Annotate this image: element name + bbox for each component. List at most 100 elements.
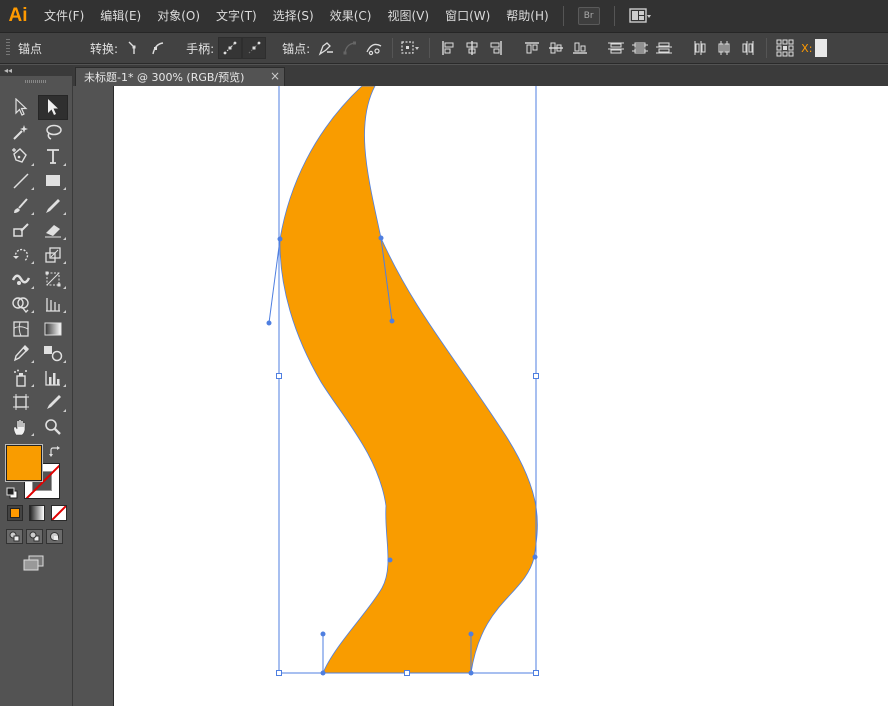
type-tool-icon[interactable] [38,144,68,169]
menubar-separator [562,6,564,26]
distribute-right-icon[interactable] [736,37,760,59]
control-bar-separator [766,38,768,58]
app-logo: Ai [8,5,28,26]
cut-path-icon[interactable] [362,37,386,59]
eraser-tool-icon[interactable] [38,218,68,243]
paintbrush-tool-icon[interactable] [6,193,36,218]
menu-edit[interactable]: 编辑(E) [92,0,149,33]
document-tab[interactable]: 未标题-1* @ 300% (RGB/预览) × [75,67,285,86]
align-right-icon[interactable] [484,37,508,59]
reference-point-icon[interactable] [773,37,797,59]
change-screen-mode-icon[interactable] [23,555,45,574]
connect-endpoints-icon[interactable] [338,37,362,59]
distribute-center-icon[interactable] [712,37,736,59]
gradient-tool-icon[interactable] [38,316,68,341]
distribute-bottom-icon[interactable] [652,37,676,59]
document-tab-title: 未标题-1* @ 300% (RGB/预览) [84,71,245,84]
menu-type[interactable]: 文字(T) [208,0,265,33]
menubar-separator [613,6,615,26]
arrange-documents-icon [628,8,651,23]
orange-ribbon-path[interactable] [279,86,538,674]
fill-swatch[interactable] [5,444,43,482]
drawing-mode-row [6,529,63,544]
magic-wand-tool-icon[interactable] [6,120,36,145]
mesh-tool-icon[interactable] [6,316,36,341]
hand-tool-icon[interactable] [6,415,36,440]
default-fill-stroke-icon[interactable] [6,487,18,502]
illustrator-window: Ai 文件(F) 编辑(E) 对象(O) 文字(T) 选择(S) 效果(C) 视… [0,0,888,706]
lasso-tool-icon[interactable] [38,120,68,145]
draw-inside-icon[interactable] [46,529,63,544]
swap-fill-stroke-icon[interactable] [48,445,62,462]
free-transform-tool-icon[interactable] [38,267,68,292]
document-tab-bar: 未标题-1* @ 300% (RGB/预览) × [73,65,888,86]
eyedropper-tool-icon[interactable] [6,341,36,366]
rectangle-tool-icon[interactable] [38,169,68,194]
slice-tool-icon[interactable] [38,390,68,415]
menu-view[interactable]: 视图(V) [379,0,437,33]
width-tool-icon[interactable] [6,267,36,292]
line-segment-tool-icon[interactable] [6,169,36,194]
distribute-left-icon[interactable] [688,37,712,59]
draw-normal-icon[interactable] [6,529,23,544]
shape-builder-tool-icon[interactable] [6,292,36,317]
column-graph-tool-icon[interactable] [38,366,68,391]
close-tab-icon[interactable]: × [270,69,280,83]
arrange-documents-button[interactable] [628,8,651,24]
selection-tool-icon[interactable] [6,95,36,120]
direct-selection-tool-icon[interactable] [38,95,68,120]
color-mode-icon[interactable] [7,505,23,521]
remove-anchor-icon[interactable] [314,37,338,59]
distribute-middle-icon[interactable] [628,37,652,59]
pencil-tool-icon[interactable] [38,193,68,218]
canvas-area[interactable] [73,86,888,706]
align-left-icon[interactable] [436,37,460,59]
menu-file[interactable]: 文件(F) [36,0,92,33]
tools-panel: ◂◂ [0,65,73,706]
blend-tool-icon[interactable] [38,341,68,366]
pen-tool-icon[interactable] [6,144,36,169]
menu-effect[interactable]: 效果(C) [322,0,380,33]
hide-handles-icon[interactable] [242,37,267,59]
control-bar-separator [429,38,431,58]
menu-bar: Ai 文件(F) 编辑(E) 对象(O) 文字(T) 选择(S) 效果(C) 视… [0,0,888,33]
menu-select[interactable]: 选择(S) [265,0,322,33]
gradient-mode-icon[interactable] [29,505,45,521]
tools-grid [6,95,68,439]
artboard-tool-icon[interactable] [6,390,36,415]
menu-object[interactable]: 对象(O) [149,0,208,33]
handles-label: 手柄: [186,41,215,56]
menu-help[interactable]: 帮助(H) [498,0,556,33]
rotate-tool-icon[interactable] [6,243,36,268]
draw-behind-icon[interactable] [26,529,43,544]
convert-to-corner-icon[interactable] [122,37,146,59]
isolate-object-icon[interactable] [399,37,423,59]
align-bottom-icon[interactable] [568,37,592,59]
scale-tool-icon[interactable] [38,243,68,268]
anchor-point-label: 锚点 [18,41,43,56]
artwork[interactable] [114,86,888,706]
menu-window[interactable]: 窗口(W) [437,0,498,33]
x-coordinate-field[interactable] [815,39,828,57]
artboard[interactable] [113,86,888,706]
perspective-grid-tool-icon[interactable] [38,292,68,317]
align-center-icon[interactable] [460,37,484,59]
blob-brush-tool-icon[interactable] [6,218,36,243]
distribute-top-icon[interactable] [604,37,628,59]
align-top-icon[interactable] [520,37,544,59]
show-handles-icon[interactable] [218,37,243,59]
x-coordinate-label: X: [801,41,813,55]
collapse-panel-icon[interactable]: ◂◂ [4,66,12,75]
convert-to-smooth-icon[interactable] [146,37,170,59]
align-middle-icon[interactable] [544,37,568,59]
none-mode-icon[interactable] [51,505,67,521]
anchors-label: 锚点: [282,41,311,56]
control-bar-separator [392,38,394,58]
control-bar-grip[interactable] [6,39,10,57]
tools-panel-grip[interactable] [0,76,72,86]
tools-panel-header[interactable]: ◂◂ [0,65,72,76]
color-mode-row [7,505,67,521]
symbol-sprayer-tool-icon[interactable] [6,366,36,391]
zoom-tool-icon[interactable] [38,415,68,440]
bridge-button[interactable]: Br [577,7,600,25]
